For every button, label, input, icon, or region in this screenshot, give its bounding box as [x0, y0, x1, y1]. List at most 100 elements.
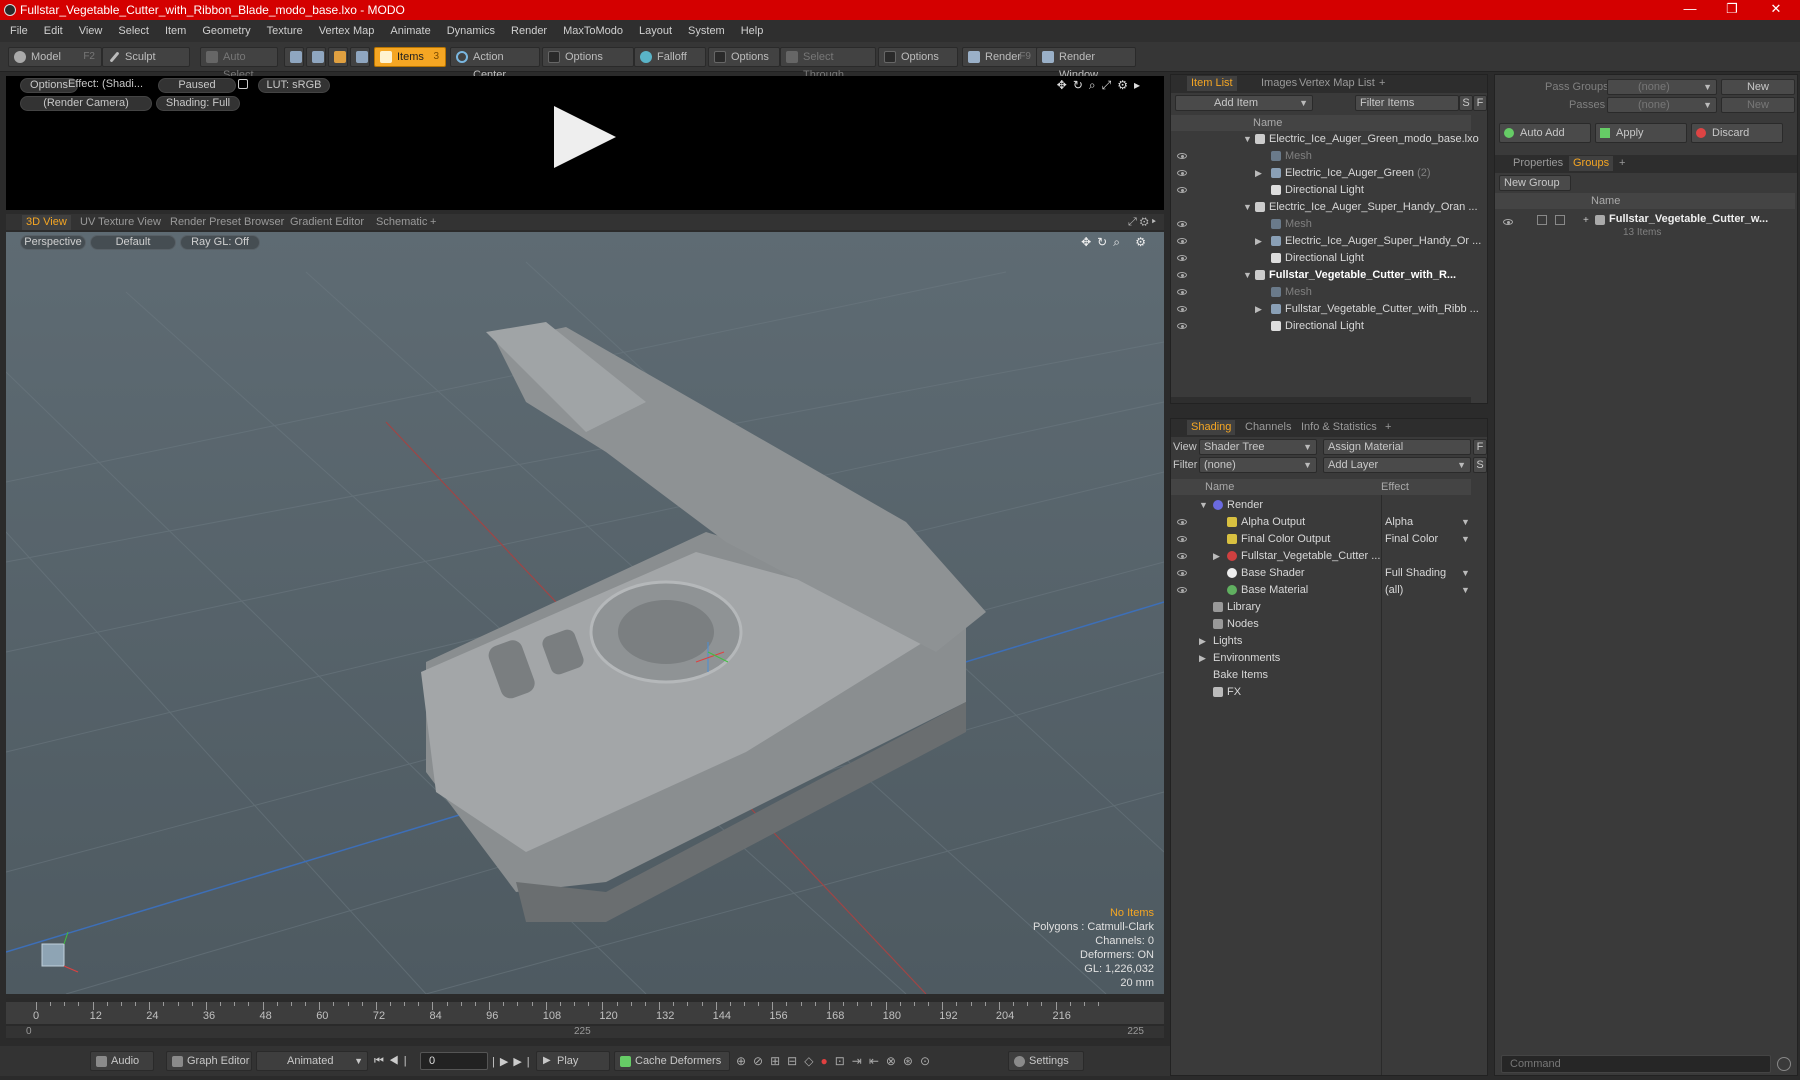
shading-s-toggle[interactable]: S — [1473, 457, 1487, 473]
tab-3d-view[interactable]: 3D View — [22, 215, 71, 230]
tab-item-list[interactable]: Item List — [1187, 76, 1237, 91]
tab-shading[interactable]: Shading — [1187, 420, 1236, 435]
settings-button[interactable]: Settings — [1008, 1051, 1084, 1071]
chevron-down-icon[interactable]: ▼ — [1461, 582, 1470, 599]
add-tab-button[interactable]: + — [426, 215, 440, 230]
filter-items-input[interactable]: Filter Items — [1355, 95, 1459, 111]
timeline-ruler[interactable]: 0 12 24 36 48 60 72 84 96 108 120 132 144 156 168 180 19… — [6, 1002, 1164, 1024]
checkbox-icon[interactable] — [1555, 215, 1565, 225]
menu-help[interactable]: Help — [733, 20, 772, 42]
view-dropdown[interactable]: Shader Tree ▼ — [1199, 439, 1317, 455]
timeline-range-bar[interactable]: 0 225 225 — [6, 1026, 1164, 1038]
raygl-dropdown[interactable]: Ray GL: Off — [180, 235, 260, 250]
menu-view[interactable]: View — [71, 20, 111, 42]
tab-schematic[interactable]: Schematic — [372, 215, 431, 230]
items-mode-button[interactable]: Items 3 — [374, 47, 446, 67]
name-column-header[interactable]: Name — [1253, 115, 1282, 131]
transport-next-icons[interactable]: |▶▶| — [492, 1055, 535, 1068]
row-effect[interactable]: Alpha — [1385, 514, 1413, 531]
chevron-down-icon[interactable]: ▼ — [1461, 531, 1470, 548]
style-dropdown[interactable]: Default — [90, 235, 176, 250]
falloff-options-button[interactable]: Options — [708, 47, 780, 67]
render-window-button[interactable]: Render Window — [1036, 47, 1136, 81]
maximize-button[interactable]: ❐ — [1712, 0, 1752, 20]
auto-select-button[interactable]: Auto Select — [200, 47, 278, 81]
eye-icon[interactable] — [1177, 570, 1187, 576]
select-through-button[interactable]: Select Through — [780, 47, 876, 81]
tab-channels[interactable]: Channels — [1241, 420, 1295, 435]
preview-nav-icons[interactable]: ✥↻⌕⤢⚙▸ — [1057, 78, 1146, 93]
eye-icon[interactable] — [1177, 221, 1187, 227]
preview-shading-dropdown[interactable]: Shading: Full — [156, 96, 240, 111]
eye-icon[interactable] — [1177, 272, 1187, 278]
assign-material-button[interactable]: Assign Material — [1323, 439, 1471, 455]
audio-button[interactable]: Audio — [90, 1051, 154, 1071]
filter-dropdown[interactable]: (none) ▼ — [1199, 457, 1317, 473]
name-column-header[interactable]: Name — [1205, 479, 1234, 495]
menu-layout[interactable]: Layout — [631, 20, 680, 42]
tab-gradient-editor[interactable]: Gradient Editor — [286, 215, 368, 230]
polygons-mode-button[interactable] — [328, 47, 348, 67]
menu-animate[interactable]: Animate — [382, 20, 438, 42]
command-history-icon[interactable] — [1777, 1057, 1791, 1071]
render-button[interactable]: Render F9 — [962, 47, 1038, 67]
add-item-dropdown[interactable]: Add Item ▼ — [1175, 95, 1313, 111]
checkbox-icon[interactable] — [1537, 215, 1547, 225]
row-effect[interactable]: Final Color — [1385, 531, 1438, 548]
minimize-button[interactable]: — — [1670, 0, 1710, 20]
group-row[interactable]: + Fullstar_Vegetable_Cutter_w... 13 Item… — [1495, 211, 1795, 241]
shader-tree[interactable]: ▼ Render Alpha Output Alpha ▼ Final Color O… — [1171, 497, 1471, 698]
menu-system[interactable]: System — [680, 20, 733, 42]
materials-mode-button[interactable] — [350, 47, 370, 67]
row-effect[interactable]: (all) — [1385, 582, 1403, 599]
preview-camera-dropdown[interactable]: (Render Camera) — [20, 96, 152, 111]
preview-lut-dropdown[interactable]: LUT: sRGB — [258, 78, 330, 93]
filter-toggle[interactable]: F — [1473, 95, 1487, 111]
search-toggle[interactable]: S — [1459, 95, 1473, 111]
eye-icon[interactable] — [1177, 323, 1187, 329]
tab-vertex-map-list[interactable]: Vertex Map List — [1295, 76, 1379, 91]
eye-icon[interactable] — [1177, 170, 1187, 176]
viewport-nav-icons[interactable]: ✥↻⌕ ⚙ — [1081, 235, 1152, 250]
transport-prev-icons[interactable]: ⏮◀| — [374, 1055, 412, 1068]
auto-add-button[interactable]: Auto Add — [1499, 123, 1591, 143]
name-column-header[interactable]: Name — [1591, 193, 1620, 209]
eye-icon[interactable] — [1177, 255, 1187, 261]
shading-f-toggle[interactable]: F — [1473, 439, 1487, 455]
item-tree[interactable]: ▼ Electric_Ice_Auger_Green_modo_base.lxo … — [1171, 131, 1481, 381]
chevron-down-icon[interactable]: ▼ — [1461, 514, 1470, 531]
eye-icon[interactable] — [1177, 153, 1187, 159]
menu-dynamics[interactable]: Dynamics — [439, 20, 503, 42]
eye-icon[interactable] — [1177, 587, 1187, 593]
passes-dropdown[interactable]: (none) ▼ — [1607, 97, 1717, 113]
discard-button[interactable]: Discard — [1691, 123, 1783, 143]
eye-icon[interactable] — [1503, 219, 1513, 225]
preview-effect-dropdown[interactable]: Effect: (Shadi... — [68, 78, 156, 93]
play-icon[interactable] — [554, 106, 616, 168]
eye-icon[interactable] — [1177, 289, 1187, 295]
menu-file[interactable]: File — [2, 20, 36, 42]
eye-icon[interactable] — [1177, 306, 1187, 312]
3d-viewport[interactable]: Perspective Default Ray GL: Off ✥↻⌕ ⚙ — [6, 232, 1164, 994]
eye-icon[interactable] — [1177, 238, 1187, 244]
effect-column-header[interactable]: Effect — [1381, 479, 1409, 495]
add-layer-dropdown[interactable]: Add Layer ▼ — [1323, 457, 1471, 473]
menu-edit[interactable]: Edit — [36, 20, 71, 42]
menu-select[interactable]: Select — [110, 20, 157, 42]
key-tools-icons[interactable]: ⊕⊘⊞⊟◇●⊡⇥⇤⊗⊛⊙ — [736, 1054, 937, 1068]
tab-groups[interactable]: Groups — [1569, 156, 1614, 171]
sculpt-mode-button[interactable]: Sculpt — [102, 47, 190, 67]
action-center-button[interactable]: Action Center — [450, 47, 540, 81]
add-tab-button[interactable]: + — [1381, 420, 1395, 435]
horizontal-scrollbar[interactable] — [1171, 397, 1471, 403]
frame-field[interactable]: 0 — [420, 1052, 488, 1070]
pass-groups-dropdown[interactable]: (none) ▼ — [1607, 79, 1717, 95]
lock-icon[interactable] — [238, 79, 248, 89]
tab-properties[interactable]: Properties — [1509, 156, 1567, 171]
cache-deformers-button[interactable]: Cache Deformers — [614, 1051, 730, 1071]
action-center-options-button[interactable]: Options — [542, 47, 634, 67]
menu-geometry[interactable]: Geometry — [194, 20, 258, 42]
eye-icon[interactable] — [1177, 187, 1187, 193]
chevron-down-icon[interactable]: ▼ — [1461, 565, 1470, 582]
animated-dropdown[interactable]: Animated ▼ — [256, 1051, 368, 1071]
